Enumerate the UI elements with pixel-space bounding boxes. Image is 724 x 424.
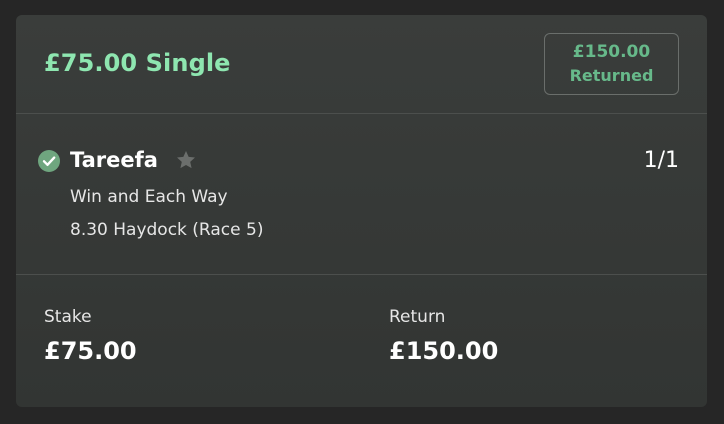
selection-name: Tareefa	[70, 148, 158, 172]
returned-label: Returned	[569, 66, 654, 85]
stake-label: Stake	[44, 307, 92, 327]
selection-event: 8.30 Haydock (Race 5)	[70, 220, 264, 240]
check-circle-icon	[38, 150, 60, 172]
selection-row: Tareefa 1/1 Win and Each Way 8.30 Haydoc…	[16, 114, 707, 275]
returned-amount: £150.00	[572, 42, 651, 62]
bet-summary: Stake £75.00 Return £150.00	[16, 275, 707, 407]
return-value: £150.00	[389, 337, 499, 365]
bet-title: £75.00 Single	[44, 49, 231, 77]
return-label: Return	[389, 307, 446, 327]
bet-header: £75.00 Single £150.00 Returned	[16, 15, 707, 114]
selection-odds: 1/1	[643, 148, 679, 173]
favourite-star-icon[interactable]	[175, 149, 197, 171]
selection-market: Win and Each Way	[70, 187, 228, 207]
bet-card: £75.00 Single £150.00 Returned Tareefa 1…	[16, 15, 707, 407]
returned-badge: £150.00 Returned	[544, 33, 679, 95]
stake-value: £75.00	[44, 337, 137, 365]
